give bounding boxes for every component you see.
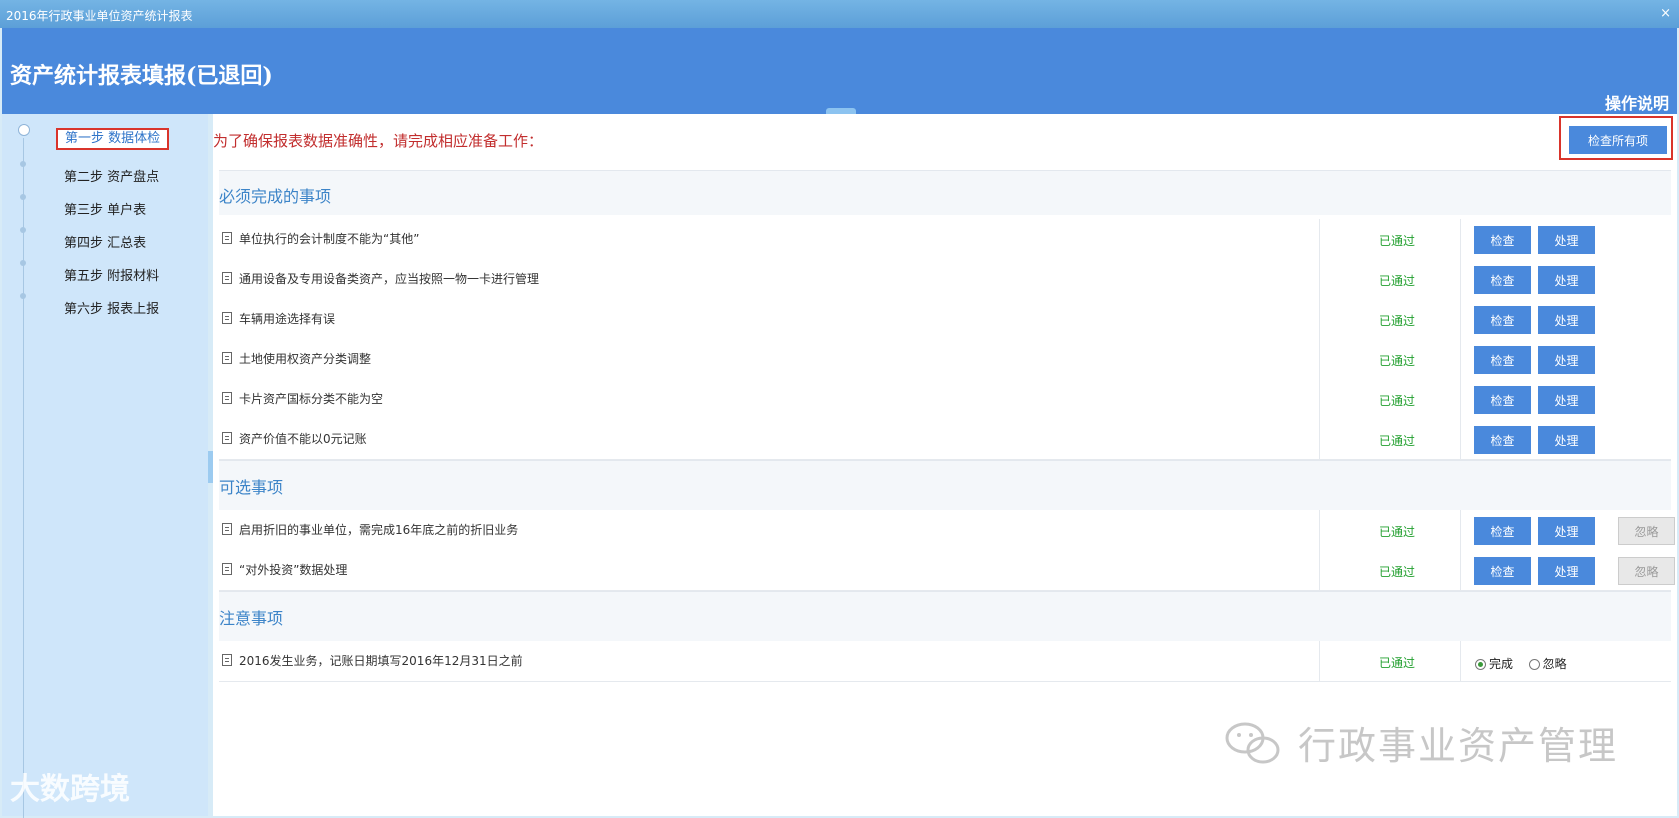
handle-button[interactable]: 处理 [1538,266,1595,294]
item-label: “对外投资”数据处理 [239,563,348,577]
section-notes: 注意事项 [219,591,1671,642]
page-title: 资产统计报表填报(已退回) [10,63,273,89]
close-icon[interactable]: × [1660,6,1671,21]
step-4-summary-table[interactable]: 第四步 汇总表 [64,232,146,251]
step-2-asset-inventory[interactable]: 第二步 资产盘点 [64,166,159,185]
check-button[interactable]: 检查 [1474,226,1531,254]
main-panel: 为了确保报表数据准确性，请完成相应准备工作： 检查所有项 必须完成的事项 单位执… [213,114,1677,816]
handle-button[interactable]: 处理 [1538,386,1595,414]
check-button[interactable]: 检查 [1474,517,1531,545]
status-text: 已通过 [1379,565,1416,579]
table-row: “对外投资”数据处理 已通过 检查 处理 忽略 [219,550,1675,591]
document-icon [222,654,232,666]
check-all-button[interactable]: 检查所有项 [1569,126,1667,154]
table-row: 启用折旧的事业单位，需完成16年底之前的折旧业务 已通过 检查 处理 忽略 [219,510,1675,551]
item-label: 土地使用权资产分类调整 [239,352,372,366]
handle-button[interactable]: 处理 [1538,226,1595,254]
step-1-data-check[interactable]: 第一步 数据体检 [56,128,169,150]
step-node [20,194,26,200]
check-button[interactable]: 检查 [1474,557,1531,585]
status-text: 已通过 [1379,314,1416,328]
check-button[interactable]: 检查 [1474,306,1531,334]
document-icon [222,523,232,535]
section-title: 必须完成的事项 [219,187,332,206]
section-title: 注意事项 [219,609,284,628]
document-icon [222,432,232,444]
document-icon [222,563,232,575]
check-all-highlight: 检查所有项 [1559,116,1673,160]
handle-button[interactable]: 处理 [1538,517,1595,545]
item-label: 启用折旧的事业单位，需完成16年底之前的折旧业务 [239,523,519,537]
window-titlebar: 2016年行政事业单位资产统计报表 × [0,0,1679,28]
step-node [20,161,26,167]
radio-ignore[interactable] [1528,659,1540,670]
check-button[interactable]: 检查 [1474,346,1531,374]
check-button[interactable]: 检查 [1474,266,1531,294]
table-row: 通用设备及专用设备类资产，应当按照一物一卡进行管理 已通过 检查 处理 [219,259,1671,300]
item-label: 资产价值不能以0元记账 [239,432,367,446]
step-node [20,227,26,233]
status-text: 已通过 [1379,234,1416,248]
item-label: 卡片资产国标分类不能为空 [239,392,384,406]
radio-ignore-label: 忽略 [1542,657,1567,671]
table-row: 资产价值不能以0元记账 已通过 检查 处理 [219,419,1671,460]
document-icon [222,352,232,364]
radio-done-label: 完成 [1489,657,1514,671]
ignore-button[interactable]: 忽略 [1618,557,1675,585]
item-label: 2016发生业务，记账日期填写2016年12月31日之前 [239,654,523,668]
table-row: 2016发生业务，记账日期填写2016年12月31日之前 已通过 完成 忽略 [219,641,1671,682]
check-button[interactable]: 检查 [1474,386,1531,414]
document-icon [222,392,232,404]
table-row: 车辆用途选择有误 已通过 检查 处理 [219,299,1671,340]
status-text: 已通过 [1379,354,1416,368]
section-optional: 可选事项 [219,460,1671,511]
status-text: 已通过 [1379,525,1416,539]
item-label: 单位执行的会计制度不能为“其他” [239,232,420,246]
status-text: 已通过 [1379,274,1416,288]
step-node [20,260,26,266]
handle-button[interactable]: 处理 [1538,557,1595,585]
help-link[interactable]: 操作说明 [1605,90,1669,114]
window-title: 2016年行政事业单位资产统计报表 [6,9,193,23]
page-header: 资产统计报表填报(已退回) 操作说明 [2,28,1677,114]
table-row: 卡片资产国标分类不能为空 已通过 检查 处理 [219,379,1671,420]
item-label: 车辆用途选择有误 [239,312,336,326]
steps-sidebar [2,114,208,816]
section-title: 可选事项 [219,478,284,497]
status-text: 已通过 [1379,394,1416,408]
ignore-button[interactable]: 忽略 [1618,517,1675,545]
watermark-text: 行政事业资产管理 [1298,724,1619,768]
table-row: 土地使用权资产分类调整 已通过 检查 处理 [219,339,1671,380]
step-3-single-table[interactable]: 第三步 单户表 [64,199,146,218]
handle-button[interactable]: 处理 [1538,426,1595,454]
step-5-attachments[interactable]: 第五步 附报材料 [64,265,159,284]
item-label: 通用设备及专用设备类资产，应当按照一物一卡进行管理 [239,272,540,286]
logo-watermark: 大数跨境 [10,772,130,807]
document-icon [222,232,232,244]
wechat-icon [1225,722,1280,764]
check-button[interactable]: 检查 [1474,426,1531,454]
status-text: 已通过 [1379,656,1416,670]
radio-done[interactable] [1475,659,1486,670]
step-6-submit[interactable]: 第六步 报表上报 [64,298,159,317]
section-required: 必须完成的事项 [219,170,1671,215]
steps-timeline [23,138,24,818]
step-node [20,293,26,299]
handle-button[interactable]: 处理 [1538,346,1595,374]
document-icon [222,272,232,284]
step-node-active [18,124,30,136]
completion-radio-group: 完成 忽略 [1475,655,1567,672]
handle-button[interactable]: 处理 [1538,306,1595,334]
document-icon [222,312,232,324]
status-text: 已通过 [1379,434,1416,448]
table-row: 单位执行的会计制度不能为“其他” 已通过 检查 处理 [219,219,1671,260]
intro-text: 为了确保报表数据准确性，请完成相应准备工作： [213,132,544,150]
